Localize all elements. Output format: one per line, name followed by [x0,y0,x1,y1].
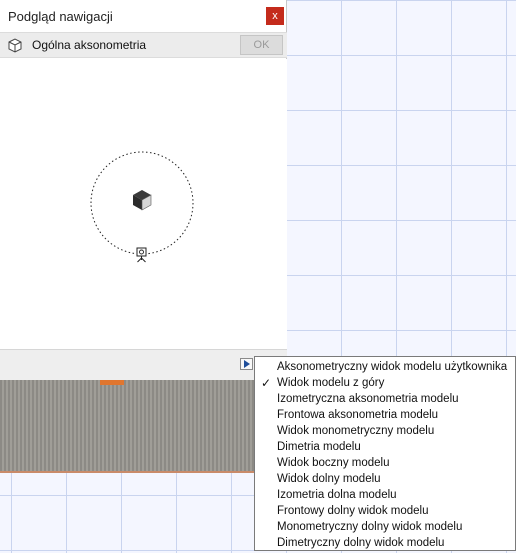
palette-titlebar[interactable]: Podgląd nawigacji [0,0,286,32]
menu-item-isometric[interactable]: Izometryczna aksonometria modelu [255,391,515,407]
cube-outline-icon [7,36,25,54]
menu-item-frontal-axonometry[interactable]: Frontowa aksonometria modelu [255,407,515,423]
model-strip [0,379,256,473]
ok-button[interactable]: OK [240,35,283,55]
close-icon: x [272,10,278,22]
palette-title: Podgląd nawigacji [8,8,113,24]
menu-item-bottom-view[interactable]: Widok dolny modelu [255,471,515,487]
navigation-preview-area[interactable] [0,59,287,349]
camera-icon [136,247,147,263]
menu-item-dimetric[interactable]: Dimetria modelu [255,439,515,455]
menu-item-monometric[interactable]: Widok monometryczny modelu [255,423,515,439]
view-row: Ogólna aksonometria OK [0,32,287,58]
menu-item-side-view[interactable]: Widok boczny modelu [255,455,515,471]
view-menu-button[interactable] [240,358,253,370]
menu-item-monometric-bottom[interactable]: Monometryczny dolny widok modelu [255,519,515,535]
menu-item-custom-axonometry[interactable]: Aksonometryczny widok modelu użytkownika [255,359,515,375]
menu-item-frontal-bottom[interactable]: Frontowy dolny widok modelu [255,503,515,519]
triangle-right-icon [244,360,250,368]
menu-item-dimetric-bottom[interactable]: Dimetryczny dolny widok modelu [255,535,515,551]
view-options-menu: Aksonometryczny widok modelu użytkownika… [254,356,516,551]
menu-item-top-view[interactable]: ✓ Widok modelu z góry [255,375,515,391]
menu-item-bottom-isometric[interactable]: Izometria dolna modelu [255,487,515,503]
checkmark-icon: ✓ [261,376,272,390]
cube-icon [133,190,152,211]
navigation-preview-palette: Podgląd nawigacji x Ogólna aksonometria … [0,0,287,380]
close-button[interactable]: x [266,7,284,25]
view-name: Ogólna aksonometria [32,38,147,52]
